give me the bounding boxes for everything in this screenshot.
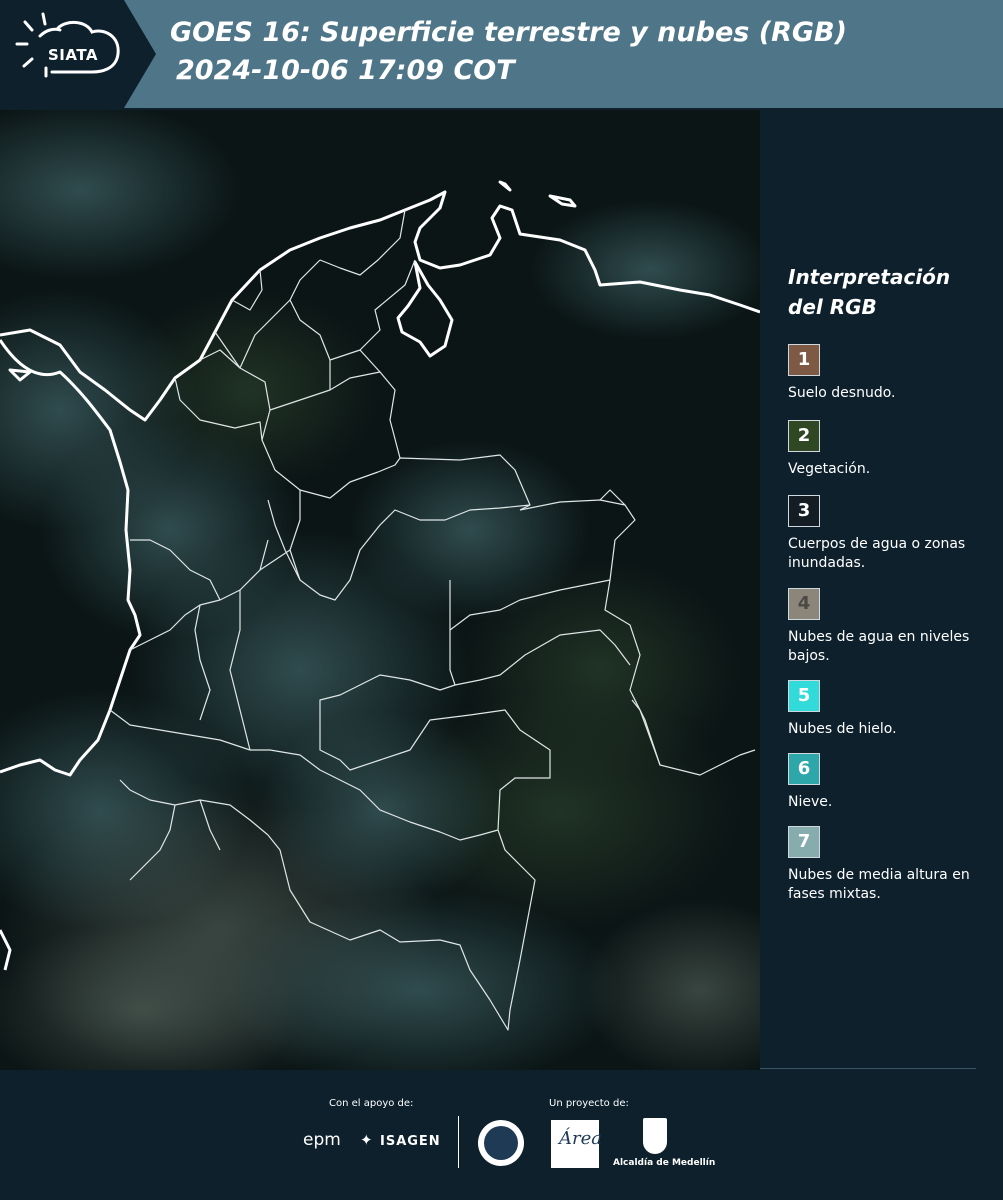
- medellin-seal-logo: [478, 1120, 524, 1166]
- isagen-logo: ISAGEN: [380, 1134, 441, 1149]
- siata-logo: SIATA: [0, 0, 158, 108]
- legend-title-line-1: Interpretación: [788, 265, 951, 289]
- page-title: GOES 16: Superficie terrestre y nubes (R…: [170, 14, 847, 90]
- epm-logo: epm: [303, 1130, 341, 1150]
- legend-title: Interpretación del RGB: [788, 262, 998, 322]
- support-label: Con el apoyo de:: [329, 1098, 414, 1109]
- rgb-legend: Interpretación del RGB 1 Suelo desnudo. …: [788, 262, 998, 902]
- legend-swatch-6: 6: [788, 753, 820, 785]
- legend-label-6: Nieve.: [788, 794, 833, 810]
- legend-item-4: 4 Nubes de agua en niveles bajos.: [788, 588, 998, 666]
- legend-item-2: 2 Vegetación.: [788, 420, 998, 479]
- legend-label-5: Nubes de hielo.: [788, 721, 897, 737]
- footer-divider-line: [760, 1068, 976, 1069]
- legend-swatch-5: 5: [788, 680, 820, 712]
- legend-title-line-2: del RGB: [788, 295, 877, 319]
- area-logo-text: Área: [559, 1128, 602, 1149]
- satellite-map[interactable]: [0, 110, 760, 1070]
- legend-item-7: 7 Nubes de media altura en fases mixtas.: [788, 826, 998, 904]
- legend-label-4: Nubes de agua en niveles bajos.: [788, 629, 970, 664]
- legend-label-3: Cuerpos de agua o zonas inundadas.: [788, 536, 966, 571]
- legend-swatch-3: 3: [788, 495, 820, 527]
- legend-item-6: 6 Nieve.: [788, 753, 998, 812]
- logo-divider: [458, 1116, 459, 1168]
- legend-item-5: 5 Nubes de hielo.: [788, 680, 998, 739]
- legend-label-1: Suelo desnudo.: [788, 385, 896, 401]
- area-metropolitana-logo: Área: [551, 1120, 602, 1168]
- legend-swatch-2: 2: [788, 420, 820, 452]
- title-line-1: GOES 16: Superficie terrestre y nubes (R…: [170, 17, 847, 48]
- legend-label-7: Nubes de media altura en fases mixtas.: [788, 867, 970, 902]
- alcaldia-medellin-logo: Alcaldía de Medellín: [613, 1158, 716, 1168]
- legend-label-2: Vegetación.: [788, 461, 871, 477]
- legend-swatch-4: 4: [788, 588, 820, 620]
- project-label: Un proyecto de:: [549, 1098, 629, 1109]
- legend-swatch-1: 1: [788, 344, 820, 376]
- legend-item-3: 3 Cuerpos de agua o zonas inundadas.: [788, 495, 998, 573]
- header-bar: SIATA GOES 16: Superficie terrestre y nu…: [0, 0, 1003, 108]
- siata-logo-text: SIATA: [48, 46, 99, 64]
- legend-swatch-7: 7: [788, 826, 820, 858]
- isagen-logo-mark-icon: ✦: [360, 1131, 373, 1149]
- alcaldia-shield-icon: [643, 1118, 667, 1154]
- title-line-2: 2024-10-06 17:09 COT: [176, 55, 515, 86]
- legend-item-1: 1 Suelo desnudo.: [788, 344, 998, 403]
